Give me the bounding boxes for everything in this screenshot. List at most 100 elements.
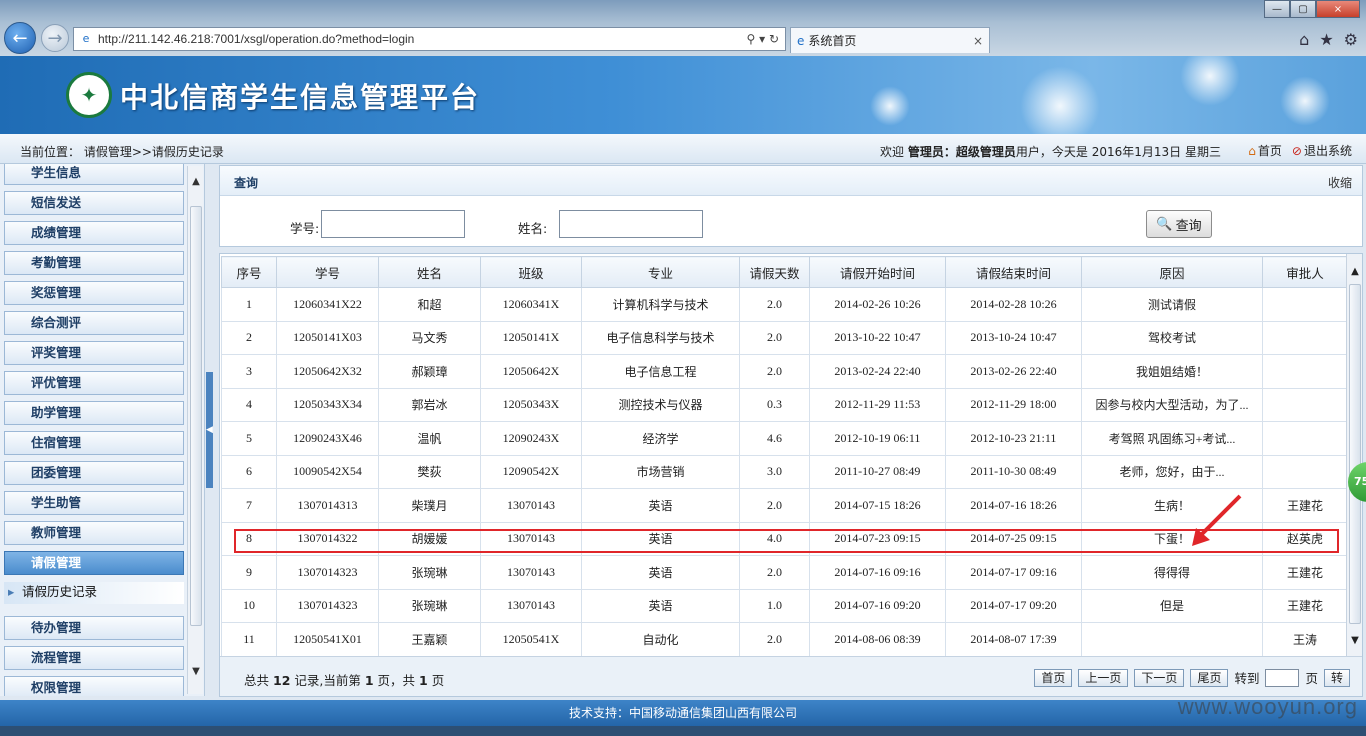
sidebar-item-evaluation[interactable]: 综合测评: [4, 311, 184, 335]
table-cell: 自动化: [581, 622, 740, 657]
table-row[interactable]: 5 12090243X46 温帆 12090243X 经济学 4.6 2012-10-19 …: [221, 421, 1348, 456]
go-button[interactable]: 转: [1323, 668, 1350, 687]
query-button[interactable]: 🔍 查询: [1146, 210, 1212, 238]
sidebar-item-sms[interactable]: 短信发送: [4, 191, 184, 215]
table-scrollbar[interactable]: ▲ ▼: [1346, 254, 1362, 658]
next-page-button[interactable]: 下一页: [1134, 668, 1185, 687]
sidebar-item-awards[interactable]: 评奖管理: [4, 341, 184, 365]
site-banner: ✦ 中北信商学生信息管理平台: [0, 56, 1366, 134]
table-cell: 12050343X: [480, 387, 582, 422]
table-row[interactable]: 6 10090542X54 樊荻 12090542X 市场营销 3.0 2011-10-27…: [221, 454, 1348, 489]
sidebar-item-rewards[interactable]: 奖惩管理: [4, 281, 184, 305]
close-window-button[interactable]: ×: [1316, 0, 1360, 18]
scroll-thumb[interactable]: [190, 206, 202, 626]
table-row[interactable]: 2 12050141X03 马文秀 12050141X 电子信息科学与技术 2.0 2013…: [221, 320, 1348, 355]
table-scroll-up-icon[interactable]: ▲: [1347, 266, 1362, 277]
student-id-input[interactable]: [321, 210, 465, 238]
sidebar-item-assistant[interactable]: 学生助管: [4, 491, 184, 515]
table-cell: 2014-02-26 10:26: [809, 287, 946, 322]
collapse-handle-icon[interactable]: ◀: [206, 372, 213, 488]
query-header: 查询 收缩: [220, 166, 1362, 196]
scroll-down-icon[interactable]: ▼: [188, 666, 204, 684]
sidebar-splitter: ◀: [205, 164, 215, 696]
table-row[interactable]: 9 1307014323 张琬琳 13070143 英语 2.0 2014-07-16 09…: [221, 555, 1348, 590]
scroll-up-icon[interactable]: ▲: [188, 176, 204, 194]
table-row[interactable]: 8 1307014322 胡媛媛 13070143 英语 4.0 2014-07-23 09…: [221, 521, 1348, 556]
table-cell: 王建花: [1262, 588, 1348, 623]
table-cell: 温帆: [378, 421, 481, 456]
sidebar-item-league[interactable]: 团委管理: [4, 461, 184, 485]
logout-link[interactable]: ⊘ 退出系统: [1292, 142, 1352, 159]
first-page-button[interactable]: 首页: [1034, 668, 1073, 687]
search-refresh-icons[interactable]: ⚲ ▾ ↻: [725, 32, 785, 46]
table-cell: 英语: [581, 521, 740, 556]
table-scroll-down-icon[interactable]: ▼: [1347, 635, 1362, 646]
table-cell: 2012-10-19 06:11: [809, 421, 946, 456]
last-page-button[interactable]: 尾页: [1190, 668, 1229, 687]
name-input[interactable]: [559, 210, 703, 238]
address-bar[interactable]: e http://211.142.46.218:7001/xsgl/operat…: [73, 27, 786, 51]
sidebar-item-excellence[interactable]: 评优管理: [4, 371, 184, 395]
table-row[interactable]: 7 1307014313 柴璞月 13070143 英语 2.0 2014-07-15 18…: [221, 488, 1348, 523]
table-scroll-thumb[interactable]: [1349, 284, 1361, 624]
site-title: 中北信商学生信息管理平台: [120, 81, 481, 114]
collapse-link[interactable]: 收缩: [1328, 174, 1352, 191]
sidebar-item-teachers[interactable]: 教师管理: [4, 521, 184, 545]
prev-page-button[interactable]: 上一页: [1078, 668, 1129, 687]
back-button[interactable]: ←: [4, 22, 36, 54]
table-cell: 2012-11-29 11:53: [809, 387, 946, 422]
browser-tools: ⌂ ★ ⚙: [1299, 30, 1358, 49]
table-row[interactable]: 3 12050642X32 郝颖璋 12050642X 电子信息工程 2.0 2013-02…: [221, 354, 1348, 389]
table-cell: 2014-07-16 18:26: [945, 488, 1082, 523]
table-cell: 测控技术与仪器: [581, 387, 740, 422]
sidebar-item-aid[interactable]: 助学管理: [4, 401, 184, 425]
table-row[interactable]: 11 12050541X01 王嘉颖 12050541X 自动化 2.0 2014-08-0…: [221, 622, 1348, 657]
forward-button[interactable]: →: [41, 24, 69, 52]
sidebar-item-attendance[interactable]: 考勤管理: [4, 251, 184, 275]
maximize-button[interactable]: ▢: [1290, 0, 1316, 18]
sidebar-item-todo[interactable]: 待办管理: [4, 616, 184, 640]
tab-close-icon[interactable]: ×: [973, 34, 983, 48]
sidebar-scrollbar[interactable]: ▲ ▼: [187, 166, 203, 694]
table-header-row: 序号 学号 姓名 班级 专业 请假天数 请假开始时间 请假结束时间 原因 审批人: [221, 256, 1348, 288]
table-cell: 2014-08-06 08:39: [809, 622, 946, 657]
sidebar-item-student-info[interactable]: 学生信息: [4, 164, 184, 185]
table-cell: 2011-10-27 08:49: [809, 454, 946, 489]
table-cell: 12050541X: [480, 622, 582, 657]
table-cell: [1081, 622, 1263, 657]
table-row[interactable]: 10 1307014323 张琬琳 13070143 英语 1.0 2014-07-16 0…: [221, 588, 1348, 623]
pager: 总共 12 记录,当前第 1 页，共 1 页 首页 上一页 下一页 尾页 转到 …: [220, 656, 1362, 696]
sidebar-item-leave[interactable]: 请假管理: [4, 551, 184, 575]
favorites-icon[interactable]: ★: [1319, 30, 1333, 49]
table-cell: [1262, 320, 1348, 355]
table-cell: 2014-07-15 18:26: [809, 488, 946, 523]
sidebar-subitem-leave-history[interactable]: ▸ 请假历史记录: [4, 582, 184, 604]
sidebar-item-permissions[interactable]: 权限管理: [4, 676, 184, 696]
table-cell: 电子信息科学与技术: [581, 320, 740, 355]
sidebar-item-grades[interactable]: 成绩管理: [4, 221, 184, 245]
url-text[interactable]: http://211.142.46.218:7001/xsgl/operatio…: [98, 32, 725, 46]
table-cell: 英语: [581, 588, 740, 623]
browser-toolbar: ← → e http://211.142.46.218:7001/xsgl/op…: [0, 0, 1366, 56]
home-browser-icon[interactable]: ⌂: [1299, 30, 1309, 49]
table-cell: 考驾照 巩固练习+考试...: [1081, 421, 1263, 456]
window-controls: — ▢ ×: [1264, 0, 1360, 18]
table-row[interactable]: 4 12050343X34 郭岩冰 12050343X 测控技术与仪器 0.3 2012-1…: [221, 387, 1348, 422]
ie-tab-icon: e: [797, 33, 805, 48]
table-cell: 1: [221, 287, 277, 322]
column-header: 序号: [221, 256, 277, 288]
table-row[interactable]: 1 12060341X22 和超 12060341X 计算机科学与技术 2.0 2014-0…: [221, 287, 1348, 322]
settings-gear-icon[interactable]: ⚙: [1344, 30, 1358, 49]
table-cell: 2.0: [739, 354, 810, 389]
table-cell: 12050642X32: [276, 354, 379, 389]
page-suffix-label: 页: [1305, 671, 1318, 686]
table-cell: 2.0: [739, 287, 810, 322]
page-number-input[interactable]: [1265, 668, 1300, 687]
sidebar-item-workflow[interactable]: 流程管理: [4, 646, 184, 670]
table-cell: [1262, 287, 1348, 322]
column-header: 审批人: [1262, 256, 1348, 288]
sidebar-item-dorm[interactable]: 住宿管理: [4, 431, 184, 455]
browser-tab[interactable]: e 系统首页 ×: [790, 27, 990, 53]
minimize-button[interactable]: —: [1264, 0, 1290, 18]
home-link[interactable]: ⌂ 首页: [1248, 142, 1282, 159]
